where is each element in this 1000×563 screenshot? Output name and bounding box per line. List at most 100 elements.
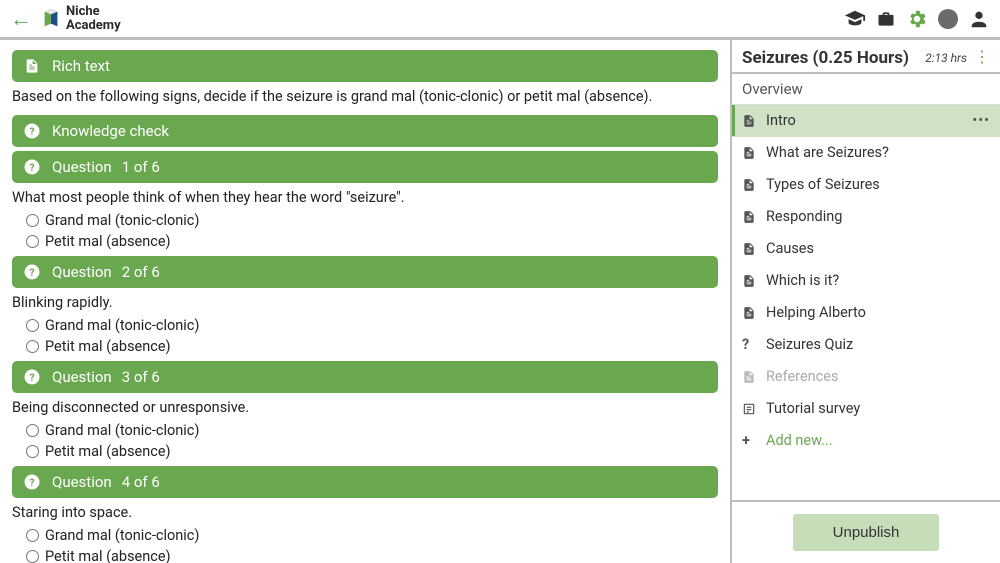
question-header-4[interactable]: ? Question 4 of 6 [12, 466, 718, 498]
question-options-4: Grand mal (tonic-clonic) Petit mal (absen… [12, 525, 718, 563]
option-a[interactable]: Grand mal (tonic-clonic) [26, 525, 718, 546]
option-label: Grand mal (tonic-clonic) [45, 317, 199, 334]
radio-input[interactable] [26, 445, 39, 458]
status-dot-icon[interactable] [938, 9, 958, 29]
question-label: Question [52, 158, 112, 176]
question-label: Question [52, 263, 112, 281]
option-a[interactable]: Grand mal (tonic-clonic) [26, 420, 718, 441]
sidebar-item-causes[interactable]: Causes [732, 233, 1000, 265]
course-meta: 2:13 hrs ⋮ [925, 51, 990, 65]
document-icon [742, 114, 756, 128]
question-label: Question [52, 473, 112, 491]
option-a[interactable]: Grand mal (tonic-clonic) [26, 210, 718, 231]
sidebar-list: Intro ••• What are Seizures? Types of Seizu… [732, 105, 1000, 500]
question-number: 1 of 6 [122, 158, 160, 176]
radio-input[interactable] [26, 319, 39, 332]
sidebar-item-types-of-seizures[interactable]: Types of Seizures [732, 169, 1000, 201]
question-number: 4 of 6 [122, 473, 160, 491]
question-icon: ? [742, 336, 756, 353]
document-icon [742, 210, 756, 224]
sidebar-item-label: References [766, 368, 838, 385]
radio-input[interactable] [26, 529, 39, 542]
brand-line2: Academy [66, 19, 121, 33]
question-prompt-3: Being disconnected or unresponsive. [12, 393, 718, 420]
sidebar-item-label: What are Seizures? [766, 144, 889, 161]
question-prompt-2: Blinking rapidly. [12, 288, 718, 315]
svg-text:?: ? [29, 371, 34, 384]
sidebar-overview[interactable]: Overview [732, 74, 1000, 105]
svg-text:?: ? [29, 125, 34, 138]
sidebar-item-which-is-it-[interactable]: Which is it? [732, 265, 1000, 297]
knowledge-check-label: Knowledge check [52, 122, 169, 140]
radio-input[interactable] [26, 235, 39, 248]
svg-text:?: ? [29, 476, 34, 489]
question-header-1[interactable]: ? Question 1 of 6 [12, 151, 718, 183]
knowledge-check-header[interactable]: ? Knowledge check [12, 115, 718, 147]
sidebar-item-label: Causes [766, 240, 814, 257]
option-label: Grand mal (tonic-clonic) [45, 527, 199, 544]
back-arrow-icon[interactable]: ← [10, 6, 32, 32]
rich-text-block-header[interactable]: Rich text [12, 50, 718, 82]
briefcase-icon[interactable] [876, 9, 896, 29]
more-icon[interactable]: ••• [972, 112, 990, 129]
sidebar: Seizures (0.25 Hours) 2:13 hrs ⋮ Overvie… [730, 40, 1000, 563]
plus-icon: + [742, 432, 756, 449]
sidebar-item-label: Seizures Quiz [766, 336, 853, 353]
sidebar-item-seizures-quiz[interactable]: ? Seizures Quiz [732, 329, 1000, 361]
question-header-3[interactable]: ?Question3 of 6 [12, 361, 718, 393]
question-circle-icon: ? [22, 472, 42, 492]
document-icon [742, 178, 756, 192]
sidebar-item-what-are-seizures-[interactable]: What are Seizures? [732, 137, 1000, 169]
question-header-2[interactable]: ?Question2 of 6 [12, 256, 718, 288]
radio-input[interactable] [26, 550, 39, 563]
sidebar-item-label: Intro [766, 112, 796, 129]
option-b[interactable]: Petit mal (absence) [26, 336, 718, 357]
brand-line1: Niche [66, 5, 121, 19]
option-label: Grand mal (tonic-clonic) [45, 422, 199, 439]
option-label: Petit mal (absence) [45, 443, 171, 460]
gear-icon[interactable] [906, 8, 928, 30]
top-bar: ← Niche Academy [0, 0, 1000, 40]
graduation-cap-icon[interactable] [844, 8, 866, 30]
document-icon [742, 274, 756, 288]
question-circle-icon: ? [22, 157, 42, 177]
brand-logo[interactable]: Niche Academy [40, 5, 121, 32]
question-circle-icon: ? [22, 367, 42, 387]
option-b[interactable]: Petit mal (absence) [26, 441, 718, 462]
add-new-label: Add new... [766, 432, 833, 449]
option-b[interactable]: Petit mal (absence) [26, 546, 718, 563]
profile-icon[interactable] [968, 8, 990, 30]
option-label: Petit mal (absence) [45, 338, 171, 355]
sidebar-item-label: Responding [766, 208, 842, 225]
sidebar-item-tutorial-survey[interactable]: Tutorial survey [732, 393, 1000, 425]
course-menu-icon[interactable]: ⋮ [974, 47, 990, 66]
sidebar-item-references[interactable]: References [732, 361, 1000, 393]
sidebar-item-responding[interactable]: Responding [732, 201, 1000, 233]
course-title: Seizures (0.25 Hours) [742, 48, 909, 68]
sidebar-item-label: Tutorial survey [766, 400, 860, 417]
radio-input[interactable] [26, 424, 39, 437]
question-circle-icon: ? [22, 121, 42, 141]
sidebar-item-helping-alberto[interactable]: Helping Alberto [732, 297, 1000, 329]
sidebar-add-new[interactable]: + Add new... [732, 425, 1000, 457]
option-a[interactable]: Grand mal (tonic-clonic) [26, 315, 718, 336]
unpublish-button[interactable]: Unpublish [793, 514, 940, 551]
question-prompt-4: Staring into space. [12, 498, 718, 525]
sidebar-item-label: Types of Seizures [766, 176, 880, 193]
survey-icon [742, 402, 756, 416]
brand-text: Niche Academy [66, 5, 121, 32]
document-icon [742, 242, 756, 256]
course-duration: 2:13 hrs [925, 51, 967, 65]
logo-mark-icon [40, 8, 62, 30]
radio-input[interactable] [26, 340, 39, 353]
document-icon [22, 56, 42, 76]
document-icon [742, 306, 756, 320]
question-number: 3 of 6 [122, 368, 160, 386]
topbar-right [844, 8, 990, 30]
option-b[interactable]: Petit mal (absence) [26, 231, 718, 252]
radio-input[interactable] [26, 214, 39, 227]
question-options-2: Grand mal (tonic-clonic) Petit mal (absen… [12, 315, 718, 357]
sidebar-footer: Unpublish [732, 500, 1000, 563]
sidebar-item-intro[interactable]: Intro ••• [732, 105, 1000, 137]
rich-text-label: Rich text [52, 57, 110, 75]
